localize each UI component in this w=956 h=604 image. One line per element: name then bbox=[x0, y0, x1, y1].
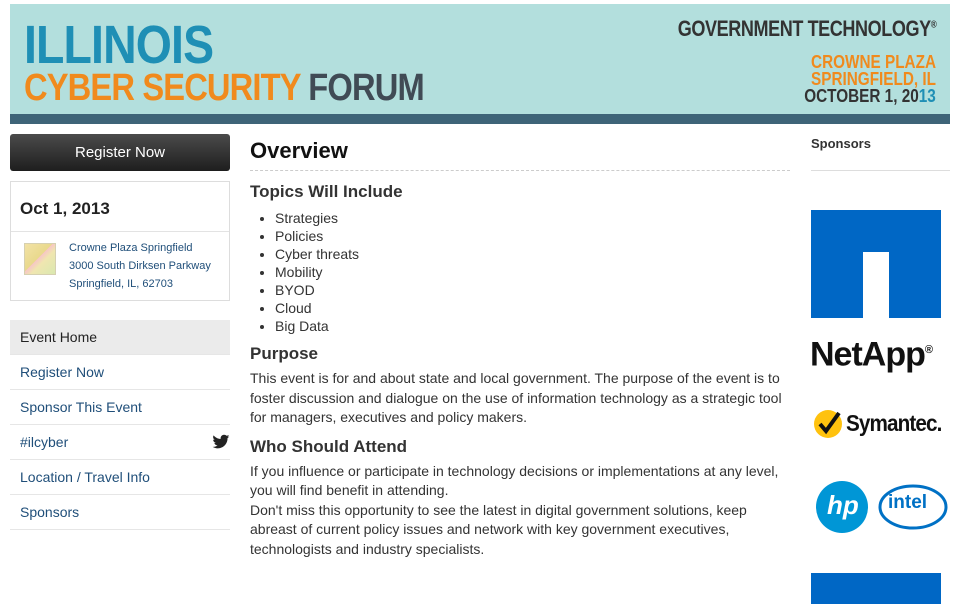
attend-text: If you influence or participate in techn… bbox=[250, 462, 779, 499]
sponsor-logo-partial[interactable] bbox=[811, 573, 941, 604]
sidebar-item-location-travel-info[interactable]: Location / Travel Info bbox=[10, 460, 230, 495]
sidebar-item-ilcyber[interactable]: #ilcyber bbox=[10, 425, 230, 460]
twitter-bird-icon bbox=[212, 434, 230, 449]
list-item: Big Data bbox=[275, 317, 790, 335]
banner-date: OCTOBER 1, 2013 bbox=[804, 86, 936, 107]
list-item: Policies bbox=[275, 227, 790, 245]
event-date-box: Oct 1, 2013 Crowne Plaza Springfield 300… bbox=[10, 181, 230, 301]
publisher-logo: GOVERNMENT TECHNOLOGY® bbox=[677, 16, 936, 42]
symantec-wordmark[interactable]: Symantec. bbox=[846, 410, 942, 437]
hp-wordmark: hp bbox=[827, 490, 859, 520]
sidebar-item-sponsor-this-event[interactable]: Sponsor This Event bbox=[10, 390, 230, 425]
sidebar-item-label: Register Now bbox=[20, 364, 105, 380]
publisher-logo-text: GOVERNMENT TECHNOLOGY bbox=[677, 16, 931, 41]
sidebar-item-register-now[interactable]: Register Now bbox=[10, 355, 230, 390]
list-item: Strategies bbox=[275, 209, 790, 227]
main-content: Overview Topics Will Include Strategies … bbox=[250, 136, 790, 559]
netapp-wordmark[interactable]: NetApp® bbox=[810, 331, 933, 374]
banner-title-forum: CYBER SECURITY FORUM bbox=[24, 67, 425, 109]
purpose-text: This event is for and about state and lo… bbox=[250, 370, 782, 425]
page-title: Overview bbox=[250, 136, 790, 171]
netapp-wordmark-text: NetApp bbox=[810, 335, 926, 374]
event-date: Oct 1, 2013 bbox=[20, 199, 110, 218]
map-thumbnail-icon[interactable] bbox=[24, 243, 56, 275]
address-venue-link[interactable]: Crowne Plaza Springfield bbox=[69, 242, 193, 254]
intel-wordmark: intel bbox=[888, 492, 928, 513]
sponsors-heading: Sponsors bbox=[811, 136, 871, 151]
divider bbox=[11, 231, 229, 232]
attend-text-2: Don't miss this opportunity to see the l… bbox=[250, 501, 747, 557]
sidebar-item-label: Event Home bbox=[20, 329, 98, 345]
sidebar-item-label: Location / Travel Info bbox=[20, 469, 150, 485]
event-banner: ILLINOIS CYBER SECURITY FORUM GOVERNMENT… bbox=[10, 4, 950, 114]
address-city-link[interactable]: Springfield, IL, 62703 bbox=[69, 278, 173, 290]
netapp-logo[interactable] bbox=[811, 210, 941, 318]
sidebar-nav: Event Home Register Now Sponsor This Eve… bbox=[10, 320, 230, 530]
topics-list: Strategies Policies Cyber threats Mobili… bbox=[250, 209, 790, 335]
registered-mark: ® bbox=[930, 19, 936, 31]
registered-mark: ® bbox=[924, 344, 933, 356]
topics-heading: Topics Will Include bbox=[250, 182, 403, 201]
symantec-check-icon[interactable] bbox=[810, 405, 846, 441]
list-item: Cloud bbox=[275, 299, 790, 317]
sidebar-item-event-home[interactable]: Event Home bbox=[10, 320, 230, 355]
sidebar-item-label: #ilcyber bbox=[20, 434, 69, 450]
banner-divider-bar bbox=[10, 114, 950, 124]
list-item: Cyber threats bbox=[275, 245, 790, 263]
list-item: BYOD bbox=[275, 281, 790, 299]
list-item: Mobility bbox=[275, 263, 790, 281]
banner-date-main: OCTOBER 1, 20 bbox=[804, 86, 919, 106]
sidebar-item-label: Sponsor This Event bbox=[20, 399, 142, 415]
address-street-link[interactable]: 3000 South Dirksen Parkway bbox=[69, 260, 211, 272]
sidebar-item-label: Sponsors bbox=[20, 504, 80, 520]
banner-title-forum-word: FORUM bbox=[308, 67, 424, 109]
banner-date-year-tail: 13 bbox=[918, 86, 936, 106]
divider bbox=[811, 170, 950, 171]
purpose-heading: Purpose bbox=[250, 344, 319, 363]
banner-title-illinois: ILLINOIS bbox=[24, 15, 214, 75]
banner-title-cyber-security: CYBER SECURITY bbox=[24, 67, 301, 109]
netapp-logo-notch bbox=[863, 252, 889, 318]
who-should-attend-heading: Who Should Attend bbox=[250, 436, 408, 456]
sidebar-item-sponsors[interactable]: Sponsors bbox=[10, 495, 230, 530]
register-now-button[interactable]: Register Now bbox=[10, 134, 230, 171]
